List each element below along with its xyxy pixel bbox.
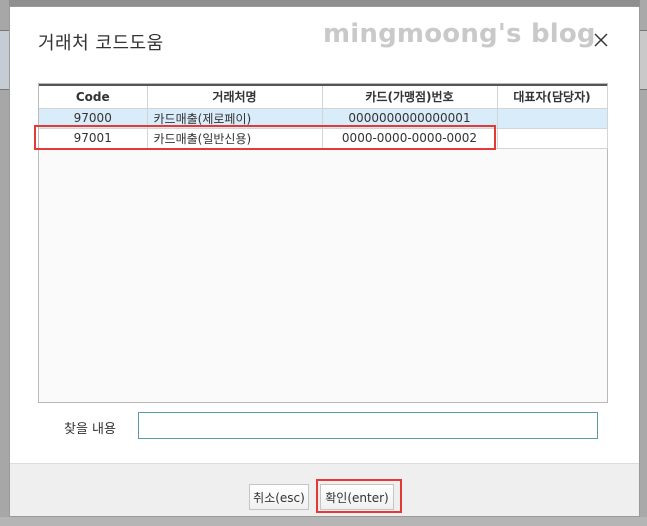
close-icon (594, 33, 608, 47)
cell-client-name: 카드매출(제로페이) (147, 108, 323, 129)
cell-code: 97001 (39, 128, 148, 149)
column-header-representative[interactable]: 대표자(담당자) (497, 86, 608, 109)
background-bottom-edge (0, 517, 647, 526)
cell-card-number: 0000-0000-0000-0002 (322, 128, 498, 149)
close-button[interactable] (592, 31, 610, 49)
table-row[interactable]: 97000 카드매출(제로페이) 0000000000000001 (39, 108, 608, 129)
column-header-code[interactable]: Code (39, 86, 148, 109)
table-row[interactable]: 97001 카드매출(일반신용) 0000-0000-0000-0002 (39, 128, 608, 149)
cancel-button[interactable]: 취소(esc) (249, 484, 309, 510)
cell-client-name: 카드매출(일반신용) (147, 128, 323, 149)
cell-code: 97000 (39, 108, 148, 129)
confirm-button[interactable]: 확인(enter) (320, 484, 394, 510)
column-header-card-number[interactable]: 카드(가맹점)번호 (322, 86, 498, 109)
search-label: 찾을 내용 (64, 422, 116, 437)
client-grid: Code 거래처명 카드(가맹점)번호 대표자(담당자) 97000 카드매출(… (38, 83, 608, 403)
background-panel-left (0, 30, 9, 90)
cell-card-number: 0000000000000001 (322, 108, 498, 129)
dialog-title: 거래처 코드도움 (38, 33, 164, 54)
dialog-footer: 취소(esc) 확인(enter) (10, 463, 639, 516)
code-help-dialog: 거래처 코드도움 mingmoong's blog Code 거래처명 카드(가… (9, 6, 640, 517)
column-header-client-name[interactable]: 거래처명 (147, 86, 323, 109)
search-input[interactable] (138, 412, 598, 439)
cell-representative (497, 108, 608, 129)
blog-watermark: mingmoong's blog (323, 19, 596, 49)
cell-representative (497, 128, 608, 149)
background-panel-right (640, 30, 647, 90)
table-header-row: Code 거래처명 카드(가맹점)번호 대표자(담당자) (39, 86, 608, 109)
client-table: Code 거래처명 카드(가맹점)번호 대표자(담당자) 97000 카드매출(… (39, 86, 608, 149)
